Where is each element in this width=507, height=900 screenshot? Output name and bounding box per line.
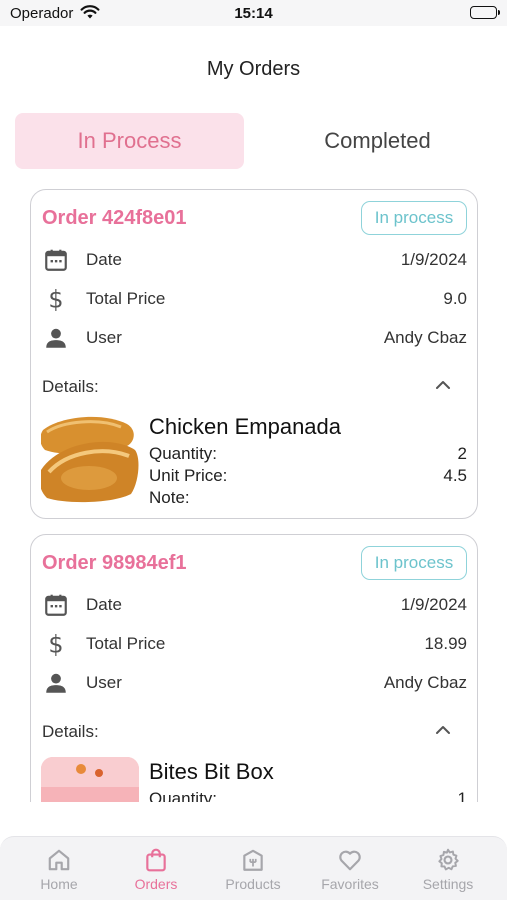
quantity-row: Quantity: 1 (149, 789, 467, 802)
order-number: 424f8e01 (102, 207, 187, 229)
date-row: Date 1/9/2024 (43, 245, 467, 275)
order-id: Order 424f8e01 (42, 207, 187, 230)
battery-icon (470, 6, 500, 19)
nav-home[interactable]: Home (9, 847, 109, 895)
order-id: Order 98984ef1 (42, 552, 187, 575)
chevron-up-icon[interactable] (434, 378, 452, 392)
user-value: Andy Cbaz (383, 673, 467, 692)
product-image (41, 757, 139, 802)
product-name: Bites Bit Box (149, 759, 274, 784)
dollar-icon: $ (48, 631, 63, 657)
tab-in-process[interactable]: In Process (15, 113, 244, 169)
status-bar: Operador 15:14 (0, 0, 507, 26)
nav-settings[interactable]: Settings (398, 847, 498, 895)
bottom-nav: Home Orders Products Favorites Settings (0, 836, 507, 900)
order-card[interactable]: Order 98984ef1 In process Date 1/9/2024 … (30, 534, 478, 802)
order-prefix: Order (42, 552, 97, 574)
svg-text:$: $ (48, 631, 63, 657)
total-price-label: Total Price (86, 634, 166, 653)
user-value: Andy Cbaz (383, 328, 467, 347)
note-label: Note: (149, 488, 190, 507)
total-price-row: $ Total Price 9.0 (43, 284, 467, 314)
quantity-label: Quantity: (149, 789, 218, 802)
note-row: Note: (149, 488, 467, 508)
clock-time: 15:14 (234, 5, 273, 22)
order-card[interactable]: Order 424f8e01 In process Date 1/9/2024 … (30, 189, 478, 519)
date-row: Date 1/9/2024 (43, 590, 467, 620)
product-name: Chicken Empanada (149, 414, 342, 439)
quantity-row: Quantity: 2 (149, 444, 467, 464)
tab-completed[interactable]: Completed (263, 113, 492, 169)
nav-label: Home (40, 876, 78, 892)
unit-price-label: Unit Price: (149, 466, 228, 485)
order-number: 98984ef1 (102, 552, 187, 574)
order-status-tabs: In Process Completed (15, 113, 492, 169)
quantity-label: Quantity: (149, 444, 218, 463)
page-title: My Orders (206, 58, 301, 80)
orders-list[interactable]: Order 424f8e01 In process Date 1/9/2024 … (30, 189, 478, 802)
calendar-icon (45, 249, 67, 271)
store-icon (243, 849, 263, 871)
calendar-icon (45, 594, 67, 616)
date-label: Date (86, 595, 122, 614)
status-badge: In process (361, 201, 467, 235)
home-icon (48, 849, 70, 871)
date-value: 1/9/2024 (400, 595, 467, 614)
user-row: User Andy Cbaz (43, 668, 467, 698)
nav-favorites[interactable]: Favorites (300, 847, 400, 895)
details-label: Details: (42, 377, 99, 396)
total-price-row: $ Total Price 18.99 (43, 629, 467, 659)
date-value: 1/9/2024 (400, 250, 467, 269)
nav-label: Settings (422, 876, 474, 892)
date-label: Date (86, 250, 122, 269)
person-icon (46, 328, 66, 348)
unit-price-value: 4.5 (443, 466, 467, 485)
nav-label: Favorites (321, 876, 379, 892)
nav-products[interactable]: Products (203, 847, 303, 895)
product-image (41, 412, 139, 504)
total-price-label: Total Price (86, 289, 166, 308)
status-badge: In process (361, 546, 467, 580)
nav-label: Orders (134, 876, 178, 892)
svg-text:$: $ (48, 286, 63, 312)
details-label: Details: (42, 722, 99, 741)
nav-orders[interactable]: Orders (106, 847, 206, 895)
person-icon (46, 673, 66, 693)
nav-label: Products (225, 876, 281, 892)
chevron-up-icon[interactable] (434, 723, 452, 737)
user-label: User (86, 673, 122, 692)
heart-icon (339, 850, 361, 871)
total-price-value: 18.99 (424, 634, 467, 653)
shopping-bag-icon (146, 848, 166, 872)
total-price-value: 9.0 (443, 289, 467, 308)
quantity-value: 2 (457, 444, 467, 463)
gear-icon (438, 848, 459, 871)
quantity-value: 1 (457, 789, 467, 802)
dollar-icon: $ (48, 286, 63, 312)
order-prefix: Order (42, 207, 97, 229)
user-label: User (86, 328, 122, 347)
unit-price-row: Unit Price: 4.5 (149, 466, 467, 486)
user-row: User Andy Cbaz (43, 323, 467, 353)
